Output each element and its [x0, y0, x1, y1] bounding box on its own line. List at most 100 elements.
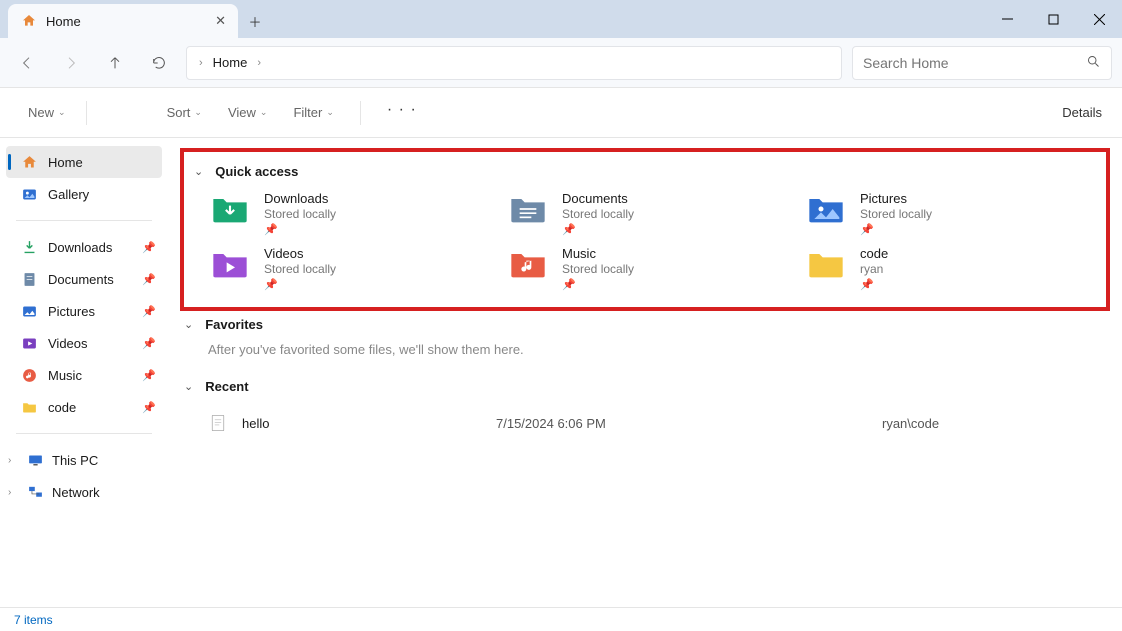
- item-subtitle: Stored locally: [562, 207, 634, 221]
- new-menu[interactable]: New ⌄: [28, 105, 66, 120]
- item-name: Videos: [264, 246, 336, 261]
- sidebar-item-downloads[interactable]: Downloads 📌: [0, 231, 168, 263]
- quick-access-grid: Downloads Stored locally 📌 Documents Sto…: [190, 181, 1100, 301]
- quick-access-header[interactable]: ⌄ Quick access: [190, 162, 1100, 181]
- sidebar-label: Downloads: [48, 240, 112, 255]
- file-icon: [208, 414, 228, 432]
- maximize-button[interactable]: [1030, 0, 1076, 38]
- sidebar-item-gallery[interactable]: Gallery: [0, 178, 168, 210]
- sidebar-item-network[interactable]: › Network: [0, 476, 168, 508]
- view-menu[interactable]: View ⌄: [228, 101, 268, 125]
- minimize-button[interactable]: [984, 0, 1030, 38]
- quick-access-item-documents[interactable]: Documents Stored locally 📌: [506, 191, 784, 236]
- sidebar-item-home[interactable]: Home: [6, 146, 162, 178]
- pin-icon: 📌: [860, 223, 932, 236]
- item-subtitle: Stored locally: [264, 262, 336, 276]
- search-input[interactable]: [863, 55, 1086, 71]
- chevron-down-icon: ⌄: [194, 165, 203, 178]
- address-bar[interactable]: › Home ›: [186, 46, 842, 80]
- quick-access-item-code[interactable]: code ryan 📌: [804, 246, 1082, 291]
- sort-menu[interactable]: Sort ⌄: [167, 101, 202, 125]
- downloads-icon: [20, 238, 38, 256]
- new-tab-button[interactable]: ＋: [238, 4, 272, 38]
- sidebar-label: Network: [52, 485, 100, 500]
- quick-access-item-pictures[interactable]: Pictures Stored locally 📌: [804, 191, 1082, 236]
- item-name: Documents: [562, 191, 634, 206]
- section-title: Quick access: [215, 164, 298, 179]
- details-button[interactable]: Details: [1062, 105, 1102, 120]
- chevron-right-icon: ›: [8, 487, 18, 498]
- quick-access-item-videos[interactable]: Videos Stored locally 📌: [208, 246, 486, 291]
- tab-close-button[interactable]: ✕: [215, 13, 226, 29]
- chevron-right-icon: ›: [199, 57, 203, 69]
- sidebar-item-code[interactable]: code 📌: [0, 391, 168, 423]
- sidebar-item-documents[interactable]: Documents 📌: [0, 263, 168, 295]
- item-name: code: [860, 246, 888, 261]
- item-subtitle: Stored locally: [562, 262, 634, 276]
- sort-label: Sort: [167, 105, 191, 120]
- search-icon[interactable]: [1086, 54, 1101, 72]
- search-box[interactable]: [852, 46, 1112, 80]
- more-menu[interactable]: · · ·: [387, 101, 417, 125]
- recent-item[interactable]: hello 7/15/2024 6:06 PM ryan\code: [180, 408, 1110, 438]
- address-text: Home: [213, 55, 248, 70]
- videos-icon: [20, 334, 38, 352]
- recent-header[interactable]: ⌄ Recent: [180, 377, 1110, 396]
- nav-refresh-button[interactable]: [142, 46, 176, 80]
- pin-icon: 📌: [264, 278, 336, 291]
- pin-icon: 📌: [142, 241, 156, 254]
- toolbar-separator: [86, 101, 87, 125]
- section-title: Favorites: [205, 317, 263, 332]
- sidebar-label: This PC: [52, 453, 98, 468]
- item-subtitle: Stored locally: [860, 207, 932, 221]
- close-window-button[interactable]: [1076, 0, 1122, 38]
- tab-title: Home: [46, 14, 81, 29]
- sidebar-label: Home: [48, 155, 83, 170]
- network-icon: [26, 483, 44, 501]
- chevron-down-icon: ⌄: [58, 107, 66, 118]
- pin-icon: 📌: [264, 223, 336, 236]
- nav-up-button[interactable]: [98, 46, 132, 80]
- chevron-down-icon: ⌄: [184, 318, 193, 331]
- pin-icon: 📌: [142, 337, 156, 350]
- recent-date: 7/15/2024 6:06 PM: [496, 416, 868, 431]
- videos-folder-icon: [208, 246, 252, 282]
- chevron-down-icon: ⌄: [260, 107, 268, 118]
- sidebar-item-music[interactable]: Music 📌: [0, 359, 168, 391]
- quick-access-item-music[interactable]: Music Stored locally 📌: [506, 246, 784, 291]
- pin-icon: 📌: [142, 305, 156, 318]
- filter-menu[interactable]: Filter ⌄: [293, 101, 333, 125]
- titlebar: Home ✕ ＋: [0, 0, 1122, 38]
- downloads-folder-icon: [208, 191, 252, 227]
- sidebar-label: Gallery: [48, 187, 89, 202]
- chevron-down-icon: ⌄: [194, 107, 202, 118]
- sidebar-item-this-pc[interactable]: › This PC: [0, 444, 168, 476]
- favorites-header[interactable]: ⌄ Favorites: [180, 315, 1110, 334]
- recent-name: hello: [242, 416, 482, 431]
- new-label: New: [28, 105, 54, 120]
- sidebar-label: Videos: [48, 336, 88, 351]
- sidebar-label: Documents: [48, 272, 114, 287]
- section-title: Recent: [205, 379, 248, 394]
- view-label: View: [228, 105, 256, 120]
- chevron-right-icon: ›: [8, 455, 18, 466]
- pc-icon: [26, 451, 44, 469]
- sidebar-label: Music: [48, 368, 82, 383]
- nav-forward-button[interactable]: [54, 46, 88, 80]
- pin-icon: 📌: [562, 278, 634, 291]
- favorites-empty-text: After you've favorited some files, we'll…: [180, 334, 1110, 365]
- sidebar-label: code: [48, 400, 76, 415]
- sidebar: Home Gallery Downloads 📌 Documents 📌 Pic…: [0, 138, 168, 607]
- body: Home Gallery Downloads 📌 Documents 📌 Pic…: [0, 138, 1122, 607]
- home-icon: [20, 153, 38, 171]
- sidebar-item-pictures[interactable]: Pictures 📌: [0, 295, 168, 327]
- window-tab[interactable]: Home ✕: [8, 4, 238, 38]
- quick-access-highlight: ⌄ Quick access Downloads Stored locally …: [180, 148, 1110, 311]
- sidebar-item-videos[interactable]: Videos 📌: [0, 327, 168, 359]
- documents-icon: [20, 270, 38, 288]
- pin-icon: 📌: [142, 273, 156, 286]
- nav-back-button[interactable]: [10, 46, 44, 80]
- folder-icon: [804, 246, 848, 282]
- quick-access-item-downloads[interactable]: Downloads Stored locally 📌: [208, 191, 486, 236]
- sidebar-label: Pictures: [48, 304, 95, 319]
